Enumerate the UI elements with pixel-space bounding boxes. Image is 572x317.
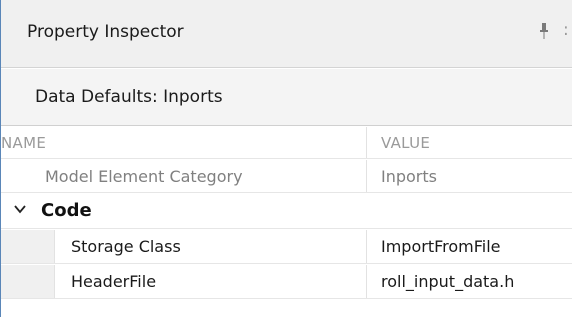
subheader-title: Data Defaults: Inports [35,87,223,107]
property-name: Model Element Category [45,167,243,186]
indent-bar [1,265,55,298]
table-row[interactable]: HeaderFile roll_input_data.h [1,265,572,299]
property-value-cell[interactable]: ImportFromFile [368,230,572,263]
property-grid: NAME VALUE Model Element Category Inport… [1,127,572,317]
close-icon[interactable]: : [563,20,569,40]
value-column-header[interactable]: VALUE [368,127,572,158]
title-bar: Property Inspector : [1,0,572,68]
value-column-label: VALUE [381,134,431,152]
property-value-cell: Inports [368,160,572,192]
panel-title: Property Inspector [27,22,184,42]
property-name: Storage Class [71,237,181,256]
name-column-label: NAME [1,134,47,152]
chevron-down-icon[interactable] [13,202,27,216]
subheader: Data Defaults: Inports [1,69,572,126]
section-label: Code [41,200,92,221]
table-row[interactable]: Storage Class ImportFromFile [1,230,572,264]
pin-icon[interactable] [539,22,549,40]
section-row-code[interactable]: Code [1,193,572,229]
property-name: HeaderFile [71,272,157,291]
indent-bar [1,230,55,263]
property-inspector-panel: Property Inspector : Data Defaults: Inpo… [0,0,572,317]
property-value[interactable]: roll_input_data.h [381,272,514,291]
property-value-cell[interactable]: roll_input_data.h [368,265,572,298]
property-name-cell: HeaderFile [1,265,367,298]
table-row[interactable]: Model Element Category Inports [1,160,572,193]
grid-header-row: NAME VALUE [1,127,572,159]
property-value[interactable]: ImportFromFile [381,237,501,256]
name-column-header[interactable]: NAME [1,127,367,158]
property-value: Inports [381,167,437,186]
property-name-cell: Storage Class [1,230,367,263]
property-name-cell: Model Element Category [1,160,367,192]
